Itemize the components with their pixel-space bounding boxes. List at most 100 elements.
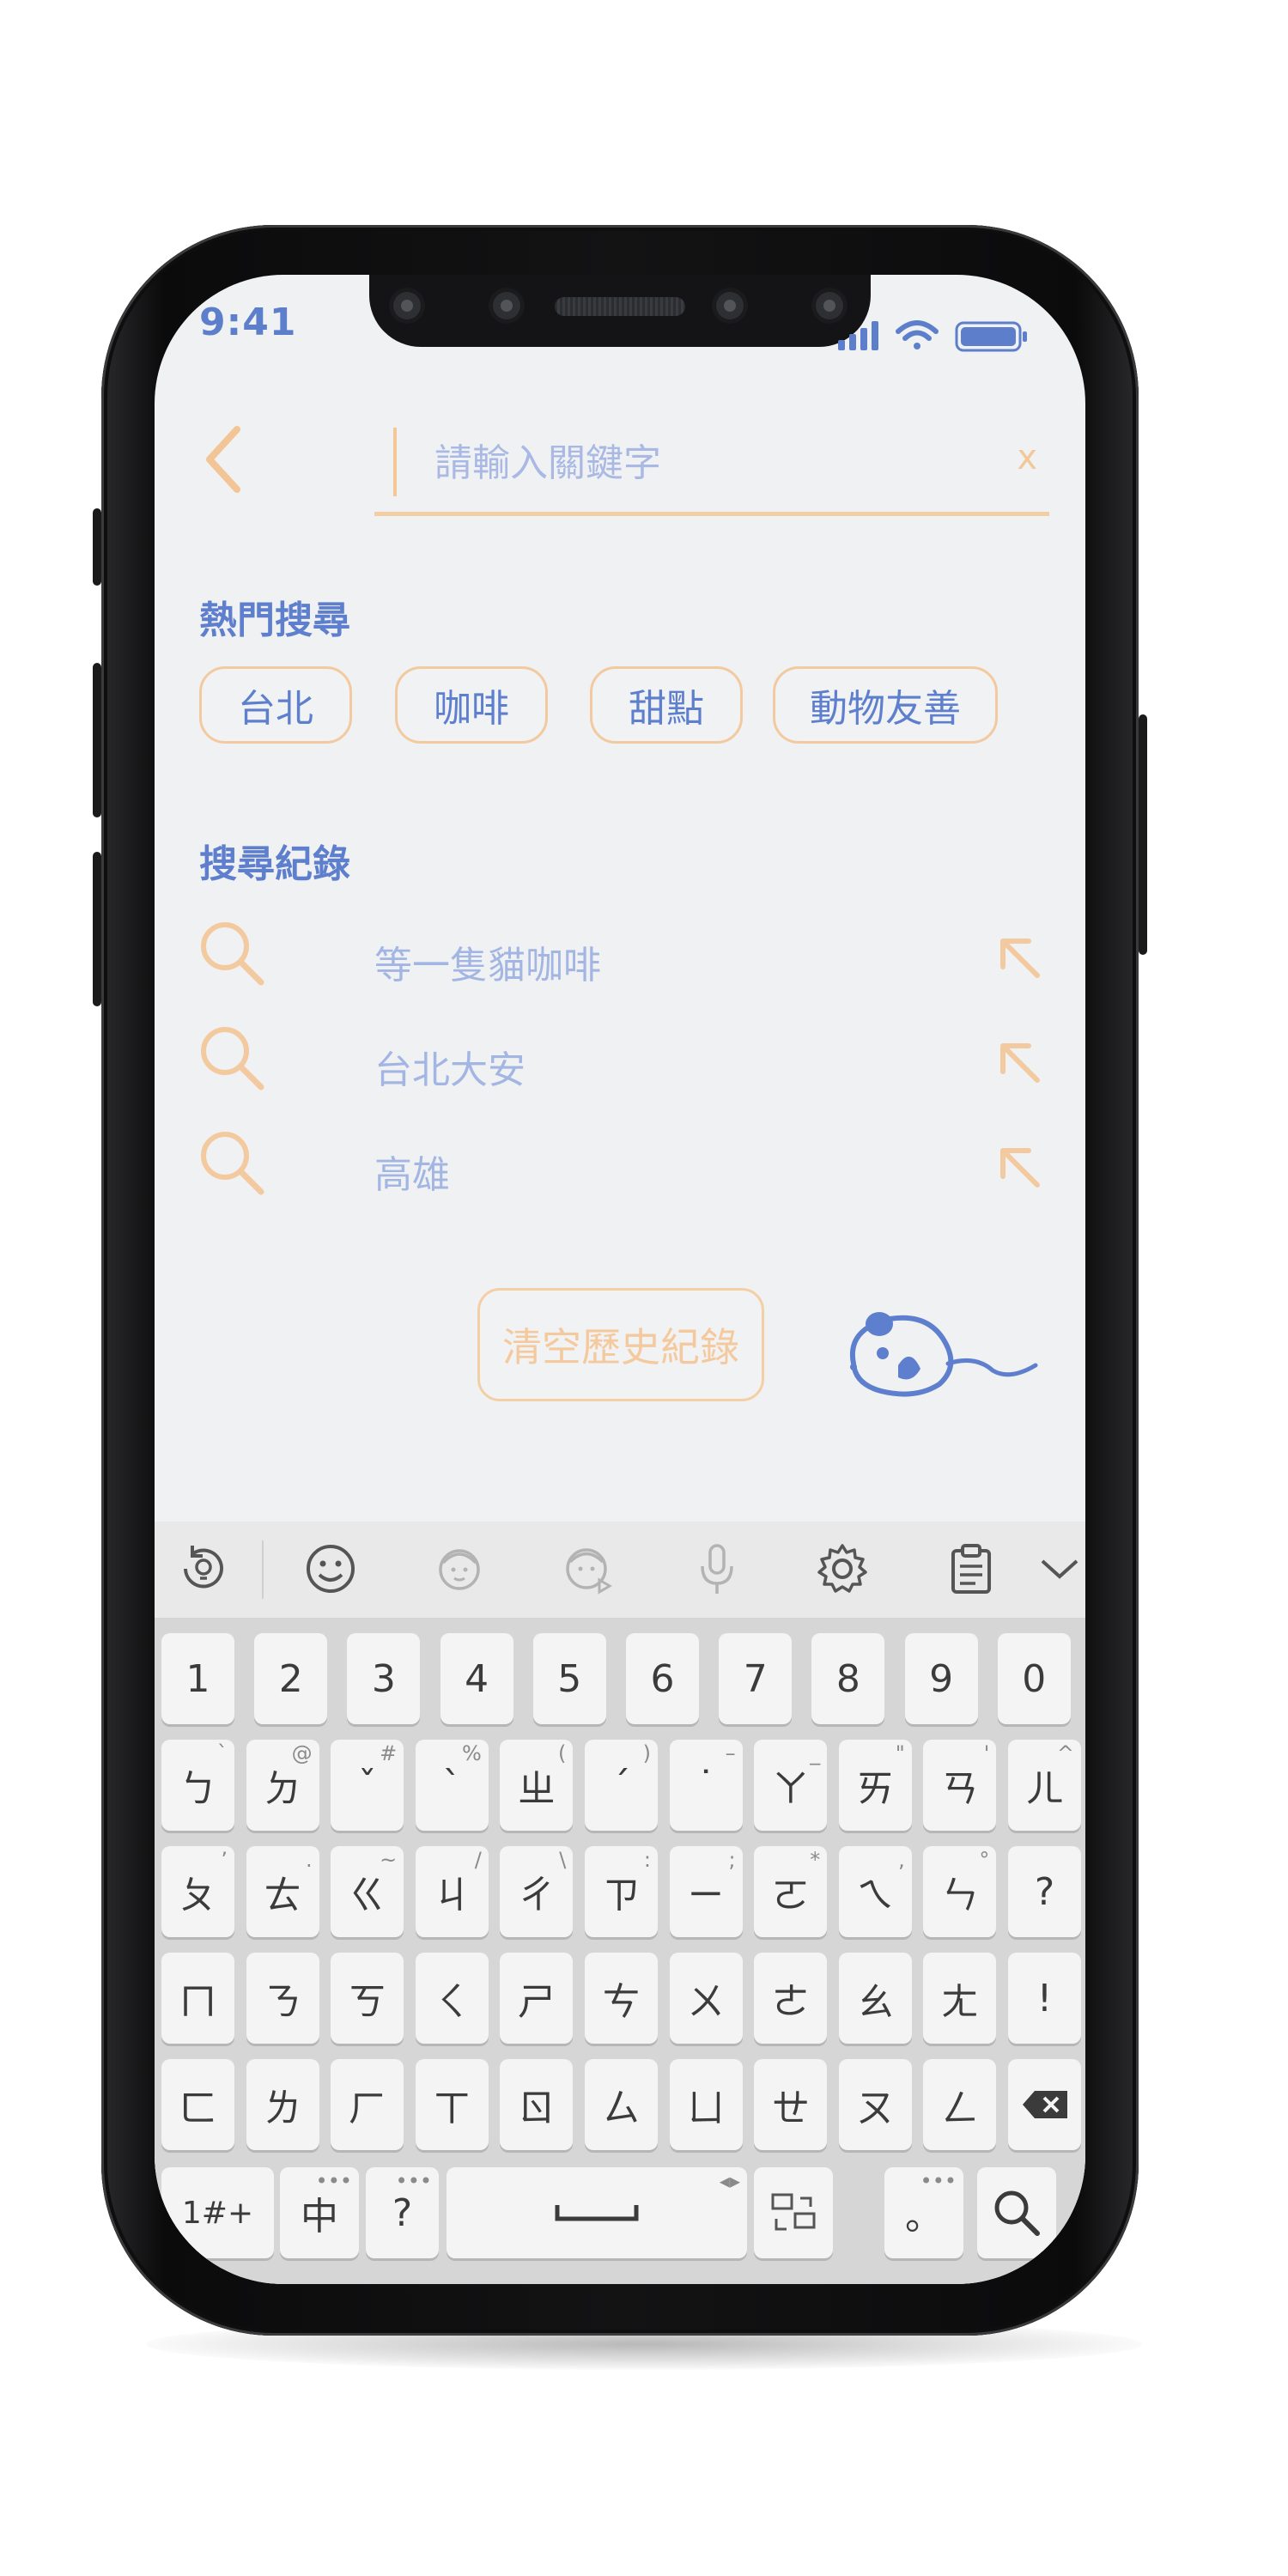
number-key[interactable]: 8 xyxy=(811,1633,885,1724)
keyboard-key[interactable]: ˙ – xyxy=(669,1740,743,1831)
layout-switch-key[interactable] xyxy=(754,2167,833,2258)
search-bar[interactable]: x xyxy=(374,412,1049,516)
hot-search-chip[interactable]: 動物友善 xyxy=(773,666,998,744)
animated-sticker-icon[interactable] xyxy=(560,1540,617,1597)
sensor-dot xyxy=(493,292,520,319)
key-more-dots: ••• xyxy=(395,2169,432,2193)
keyboard-key[interactable]: ㄛ * xyxy=(754,1846,828,1937)
keyboard-key[interactable]: ㄣ ° xyxy=(923,1846,997,1937)
sensor-dot xyxy=(393,292,421,319)
hot-search-chip[interactable]: 台北 xyxy=(199,666,352,744)
key-label: ㄏ xyxy=(348,2087,386,2130)
keyboard-key[interactable]: ㄋ xyxy=(246,1953,319,2044)
keyboard-key[interactable]: ㄘ xyxy=(585,1953,658,2044)
space-key[interactable]: ◂▸ xyxy=(447,2167,747,2258)
sticker-face-icon[interactable] xyxy=(431,1540,488,1597)
number-key[interactable]: 6 xyxy=(626,1633,699,1724)
number-key[interactable]: 5 xyxy=(532,1633,606,1724)
search-history-title: 搜尋紀錄 xyxy=(199,842,350,886)
keyboard-key[interactable]: ㄕ xyxy=(500,1953,574,2044)
keyboard-key[interactable]: ㄊ. xyxy=(246,1846,319,1937)
key-secondary-label: : xyxy=(643,1848,651,1872)
keyboard-key[interactable]: ㄏ xyxy=(331,2059,404,2150)
keyboard-key[interactable]: ㄌ xyxy=(246,2059,319,2150)
keyboard-key[interactable]: ㄔ \ xyxy=(500,1846,574,1937)
keyboard-key[interactable]: ㄡ xyxy=(838,2059,912,2150)
keyboard-key[interactable]: ㄇ xyxy=(161,1953,234,2044)
key-label: ㄞ xyxy=(856,1767,895,1811)
keyboard-key[interactable]: ㄜ xyxy=(754,1953,828,2044)
search-icon xyxy=(201,922,264,986)
number-key[interactable]: 9 xyxy=(904,1633,978,1724)
keyboard-key[interactable]: ㄠ xyxy=(838,1953,912,2044)
keyboard-key[interactable]: ? xyxy=(1008,1846,1081,1937)
number-key[interactable]: 1 xyxy=(161,1633,234,1724)
history-item[interactable]: 等一隻貓咖啡 xyxy=(196,917,1054,1003)
keyboard-key[interactable]: ㄝ xyxy=(754,2059,828,2150)
question-key[interactable]: ? ••• xyxy=(366,2167,439,2258)
keyboard-keys: 1234567890 ㄅ ` ㄉ @ ˇ # ˋ% ㄓ(ˊ) ˙ – ㄚ _ ㄞ " ㄢ ' ㄦ ^ ㄆ’ ㄊ. ㄍ ~… xyxy=(155,1618,1085,2284)
keyboard-key[interactable]: ˋ% xyxy=(415,1740,489,1831)
clear-search-button[interactable]: x xyxy=(1017,438,1037,477)
key-label: ㄆ xyxy=(179,1874,217,1917)
search-key[interactable] xyxy=(977,2167,1056,2258)
number-key[interactable]: 2 xyxy=(254,1633,328,1724)
period-key[interactable]: 。 ••• xyxy=(884,2167,963,2258)
status-icons xyxy=(838,319,1053,354)
keyboard-key[interactable]: ㄅ ` xyxy=(161,1740,234,1831)
keyboard-key[interactable]: ㄢ ' xyxy=(923,1740,997,1831)
number-key[interactable]: 3 xyxy=(347,1633,421,1724)
keyboard-key[interactable]: ㄎ xyxy=(331,1953,404,2044)
key-label: ㄟ xyxy=(856,1874,895,1917)
keyboard-key[interactable]: ㄚ _ xyxy=(754,1740,828,1831)
keyboard-key[interactable]: ㄧ; xyxy=(669,1846,743,1937)
key-label: ? xyxy=(1034,1869,1055,1914)
keyboard-key[interactable]: ˇ # xyxy=(331,1740,404,1831)
keyboard-key[interactable]: ! xyxy=(1008,1953,1081,2044)
hot-search-chip[interactable]: 甜點 xyxy=(590,666,743,744)
number-key[interactable]: 4 xyxy=(440,1633,513,1724)
keyboard-key[interactable]: ㄤ xyxy=(923,1953,997,2044)
emoji-icon[interactable] xyxy=(302,1540,359,1597)
keyboard-key[interactable]: ㄩ xyxy=(669,2059,743,2150)
history-item-label: 等一隻貓咖啡 xyxy=(374,944,601,987)
keyboard-key[interactable]: ㄒ xyxy=(415,2059,489,2150)
keyboard-key[interactable]: ˊ) xyxy=(585,1740,658,1831)
backspace-key[interactable] xyxy=(1008,2059,1081,2150)
keyboard-key[interactable]: ㄍ ~ xyxy=(331,1846,404,1937)
key-secondary-label: * xyxy=(810,1848,821,1872)
keyboard-key[interactable]: ㄐ / xyxy=(415,1846,489,1937)
back-button[interactable] xyxy=(196,421,256,498)
keyboard-key[interactable]: ㄈ xyxy=(161,2059,234,2150)
keyboard-key[interactable]: ㄙ xyxy=(585,2059,658,2150)
symbols-key[interactable]: 1#+ xyxy=(161,2167,274,2258)
search-icon xyxy=(201,1132,264,1195)
history-item[interactable]: 台北大安 xyxy=(196,1022,1054,1108)
keyboard-key[interactable]: ㄞ " xyxy=(838,1740,912,1831)
keyboard-key[interactable]: ㄓ( xyxy=(500,1740,574,1831)
key-label: ㄡ xyxy=(856,2087,895,2130)
collapse-keyboard-icon[interactable] xyxy=(1039,1540,1080,1597)
keyboard-key[interactable]: ㄨ xyxy=(669,1953,743,2044)
number-key[interactable]: 0 xyxy=(997,1633,1071,1724)
history-item[interactable]: 高雄 xyxy=(196,1127,1054,1212)
hot-search-chip[interactable]: 咖啡 xyxy=(395,666,548,744)
microphone-icon[interactable] xyxy=(689,1540,745,1597)
keyboard-key[interactable]: ㄖ xyxy=(500,2059,574,2150)
refresh-bulb-icon[interactable] xyxy=(175,1540,232,1597)
search-input[interactable] xyxy=(433,428,986,498)
keyboard-key[interactable]: ㄟ, xyxy=(838,1846,912,1937)
keyboard-key[interactable]: ㄑ xyxy=(415,1953,489,2044)
keyboard-key[interactable]: ㄗ: xyxy=(585,1846,658,1937)
volume-down-button xyxy=(93,852,101,1006)
clear-history-button[interactable]: 清空歷史紀錄 xyxy=(477,1288,764,1401)
language-key[interactable]: 中 ••• xyxy=(280,2167,359,2258)
settings-icon[interactable] xyxy=(814,1540,871,1597)
clipboard-icon[interactable] xyxy=(943,1540,999,1597)
keyboard-key[interactable]: ㄦ ^ xyxy=(1008,1740,1081,1831)
number-key[interactable]: 7 xyxy=(719,1633,793,1724)
keyboard-key[interactable]: ㄥ xyxy=(923,2059,997,2150)
keyboard-key[interactable]: ㄉ @ xyxy=(246,1740,319,1831)
search-icon xyxy=(994,2190,1040,2236)
keyboard-key[interactable]: ㄆ’ xyxy=(161,1846,234,1937)
